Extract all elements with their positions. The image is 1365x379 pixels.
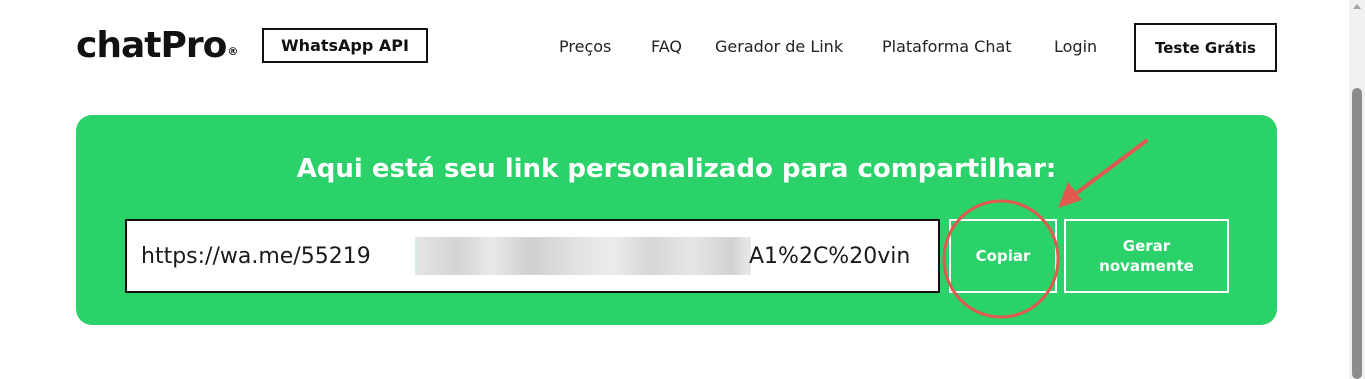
regenerate-button[interactable]: Gerar novamente bbox=[1064, 219, 1229, 293]
logo-text: chatPro bbox=[76, 25, 227, 66]
page: chatPro® WhatsApp API Preços FAQ Gerador… bbox=[0, 0, 1365, 379]
nav-link-login[interactable]: Login bbox=[1054, 36, 1097, 58]
link-text-end: A1%2C%20vin bbox=[749, 244, 911, 269]
teste-gratis-button[interactable]: Teste Grátis bbox=[1134, 23, 1277, 72]
redacted-blur bbox=[415, 237, 751, 275]
generated-link-field[interactable]: https://wa.me/55219 A1%2C%20vin bbox=[125, 219, 940, 293]
generated-link-panel: Aqui está seu link personalizado para co… bbox=[76, 115, 1277, 325]
registered-mark: ® bbox=[227, 45, 238, 58]
nav-link-gerador-de-link[interactable]: Gerador de Link bbox=[715, 36, 843, 58]
panel-title: Aqui está seu link personalizado para co… bbox=[296, 154, 1057, 184]
link-text-start: https://wa.me/55219 bbox=[141, 244, 371, 269]
chatpro-logo[interactable]: chatPro® bbox=[76, 24, 238, 68]
scrollbar-thumb[interactable] bbox=[1352, 88, 1362, 379]
nav-link-plataforma-chat[interactable]: Plataforma Chat bbox=[882, 36, 1012, 58]
scroll-up-arrow-icon[interactable] bbox=[1353, 4, 1361, 9]
copy-button[interactable]: Copiar bbox=[949, 219, 1057, 293]
nav-link-precos[interactable]: Preços bbox=[559, 36, 611, 58]
nav-link-faq[interactable]: FAQ bbox=[651, 36, 682, 58]
vertical-scrollbar[interactable] bbox=[1349, 0, 1365, 379]
whatsapp-api-badge: WhatsApp API bbox=[262, 28, 428, 63]
